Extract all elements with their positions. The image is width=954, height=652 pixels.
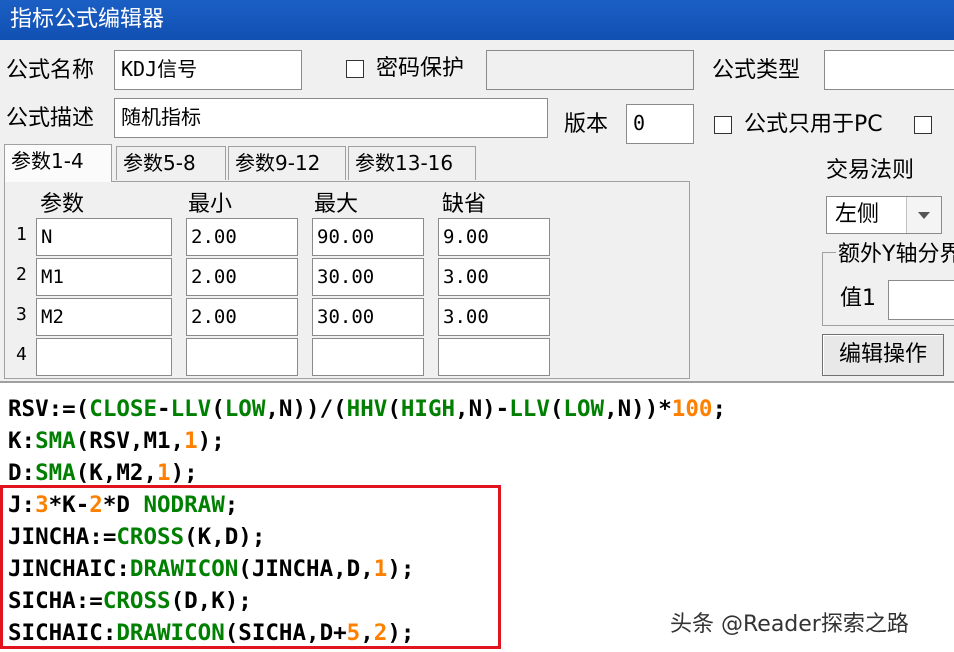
edit-operation-button[interactable]: 编辑操作 bbox=[822, 334, 944, 376]
tab-params-5-8[interactable]: 参数5-8 bbox=[116, 146, 226, 180]
param-max-cell[interactable] bbox=[312, 338, 424, 376]
param-min-cell[interactable]: 2.00 bbox=[186, 258, 298, 296]
param-row-number: 1 bbox=[16, 224, 27, 245]
formula-desc-label: 公式描述 bbox=[6, 106, 95, 131]
extra-y-axis-label: 额外Y轴分界 bbox=[836, 240, 954, 270]
param-min-cell[interactable]: 2.00 bbox=[186, 298, 298, 336]
param-name-cell[interactable]: N bbox=[36, 218, 172, 256]
param-header-min: 最小 bbox=[188, 192, 233, 217]
tab-params-13-16[interactable]: 参数13-16 bbox=[348, 146, 476, 180]
pc-only-label: 公式只用于PC bbox=[744, 112, 883, 137]
value1-input[interactable] bbox=[888, 280, 954, 320]
param-row-number: 2 bbox=[16, 264, 27, 285]
formula-desc-input[interactable]: 随机指标 bbox=[114, 98, 548, 138]
formula-name-label: 公式名称 bbox=[6, 58, 95, 83]
version-label: 版本 bbox=[564, 112, 609, 137]
param-header-max: 最大 bbox=[314, 192, 359, 217]
param-header-name: 参数 bbox=[40, 192, 85, 217]
tab-params-9-12[interactable]: 参数9-12 bbox=[228, 146, 346, 180]
param-header-default: 缺省 bbox=[442, 192, 487, 217]
highlight-box bbox=[0, 485, 501, 649]
param-name-cell[interactable]: M2 bbox=[36, 298, 172, 336]
param-max-cell[interactable]: 90.00 bbox=[312, 218, 424, 256]
window-title: 指标公式编辑器 bbox=[10, 7, 165, 32]
chevron-down-icon[interactable] bbox=[906, 197, 941, 233]
version-input[interactable]: 0 bbox=[626, 104, 694, 144]
formula-type-label: 公式类型 bbox=[712, 58, 801, 83]
param-min-cell[interactable] bbox=[186, 338, 298, 376]
param-max-cell[interactable]: 30.00 bbox=[312, 258, 424, 296]
param-default-cell[interactable]: 3.00 bbox=[438, 258, 550, 296]
trade-rule-select[interactable]: 左侧 bbox=[826, 196, 942, 234]
watermark-text: 头条 @Reader探索之路 bbox=[670, 612, 909, 637]
trade-rule-label: 交易法则 bbox=[826, 158, 915, 183]
param-name-cell[interactable]: M1 bbox=[36, 258, 172, 296]
pc-only-checkbox[interactable] bbox=[714, 116, 732, 134]
param-name-cell[interactable] bbox=[36, 338, 172, 376]
param-row-number: 3 bbox=[16, 304, 27, 325]
param-default-cell[interactable]: 3.00 bbox=[438, 298, 550, 336]
formula-type-select[interactable] bbox=[824, 50, 954, 90]
param-max-cell[interactable]: 30.00 bbox=[312, 298, 424, 336]
formula-name-input[interactable]: KDJ信号 bbox=[114, 50, 302, 90]
code-line: K:SMA(RSV,M1,1); bbox=[8, 428, 225, 454]
password-protect-label: 密码保护 bbox=[376, 56, 465, 81]
value1-label: 值1 bbox=[840, 286, 876, 311]
param-row-number: 4 bbox=[16, 344, 27, 365]
code-line: RSV:=(CLOSE-LLV(LOW,N))/(HHV(HIGH,N)-LLV… bbox=[8, 396, 726, 422]
extra-checkbox[interactable] bbox=[914, 116, 932, 134]
window-title-bar: 指标公式编辑器 bbox=[0, 0, 954, 40]
param-default-cell[interactable] bbox=[438, 338, 550, 376]
tab-params-1-4[interactable]: 参数1-4 bbox=[4, 144, 112, 182]
password-protect-checkbox[interactable] bbox=[346, 60, 364, 78]
password-input[interactable] bbox=[486, 50, 694, 90]
param-min-cell[interactable]: 2.00 bbox=[186, 218, 298, 256]
param-default-cell[interactable]: 9.00 bbox=[438, 218, 550, 256]
trade-rule-value: 左侧 bbox=[835, 202, 880, 227]
